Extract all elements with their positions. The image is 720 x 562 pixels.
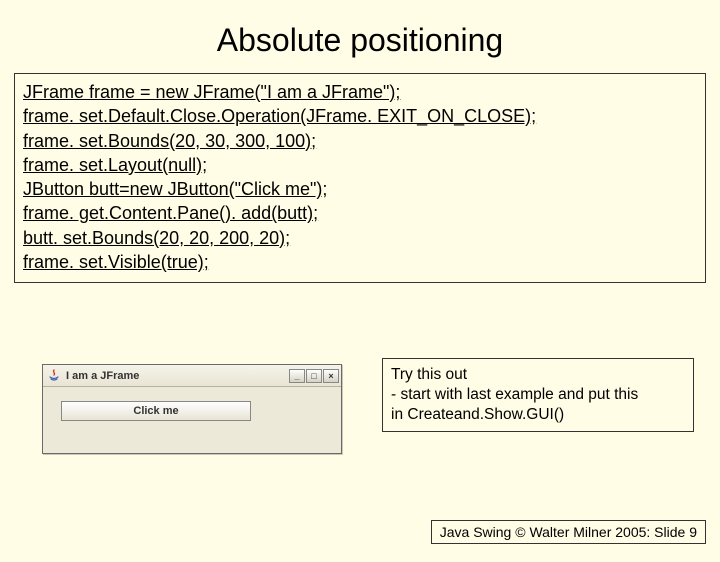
click-me-button[interactable]: Click me: [61, 401, 251, 421]
window-body: Click me: [43, 387, 341, 455]
code-line: frame. set.Default.Close.Operation(JFram…: [23, 104, 697, 128]
maximize-button[interactable]: □: [306, 369, 322, 383]
note-line: - start with last example and put this: [391, 385, 685, 405]
code-line: frame. set.Visible(true);: [23, 250, 697, 274]
jframe-window: I am a JFrame _ □ × Click me: [42, 364, 342, 454]
note-box: Try this out - start with last example a…: [382, 358, 694, 432]
note-line: in Createand.Show.GUI(): [391, 405, 685, 425]
slide-title: Absolute positioning: [0, 22, 720, 59]
java-icon: [47, 369, 61, 383]
close-button[interactable]: ×: [323, 369, 339, 383]
code-line: JFrame frame = new JFrame("I am a JFrame…: [23, 80, 697, 104]
code-line: frame. set.Layout(null);: [23, 153, 697, 177]
code-line: frame. get.Content.Pane(). add(butt);: [23, 201, 697, 225]
footer: Java Swing © Walter Milner 2005: Slide 9: [431, 520, 706, 544]
titlebar: I am a JFrame _ □ ×: [43, 365, 341, 387]
code-line: butt. set.Bounds(20, 20, 200, 20);: [23, 226, 697, 250]
code-block: JFrame frame = new JFrame("I am a JFrame…: [14, 73, 706, 283]
note-line: Try this out: [391, 365, 685, 385]
minimize-button[interactable]: _: [289, 369, 305, 383]
code-line: frame. set.Bounds(20, 30, 300, 100);: [23, 129, 697, 153]
code-line: JButton butt=new JButton("Click me");: [23, 177, 697, 201]
window-title: I am a JFrame: [66, 370, 289, 382]
